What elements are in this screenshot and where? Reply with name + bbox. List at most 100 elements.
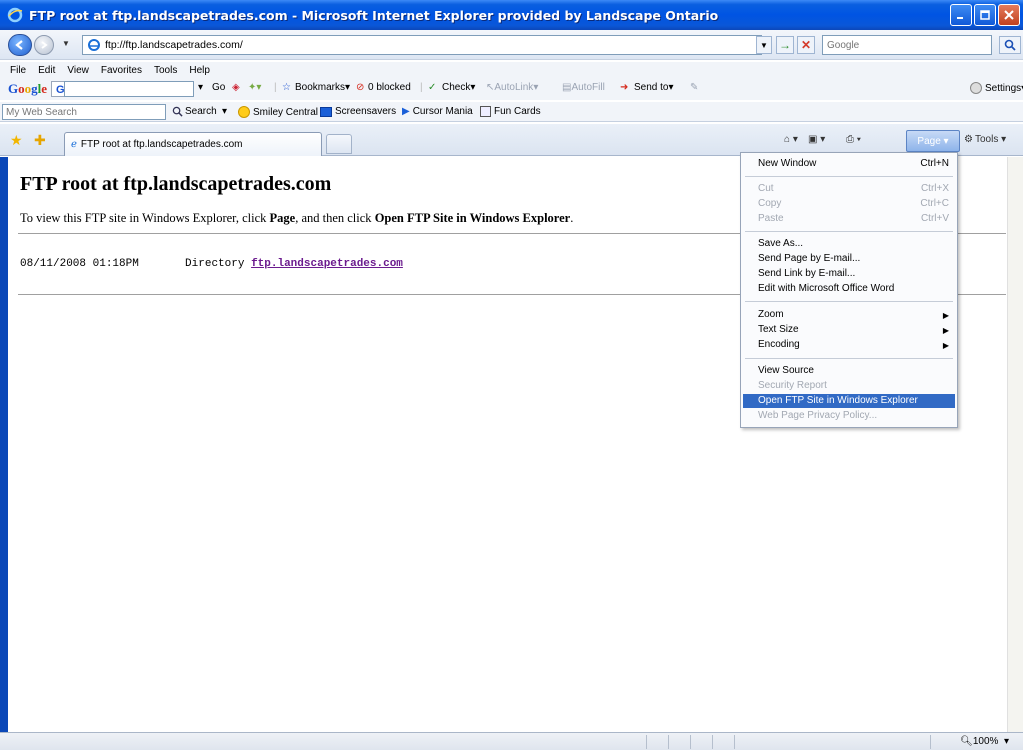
address-dropdown-button[interactable]: ▼ (756, 36, 772, 54)
google-news-icon[interactable]: ◈ (232, 82, 240, 93)
smiley-central-button[interactable]: Smiley Central (238, 106, 318, 118)
stop-button[interactable]: ✕ (797, 36, 815, 54)
status-divider (646, 735, 647, 749)
autofill-button[interactable]: ▤ AutoFill (562, 82, 605, 93)
maximize-button[interactable] (974, 4, 996, 26)
go-arrow-button[interactable]: → (776, 36, 794, 54)
google-search-dropdown-icon[interactable]: ▾ (198, 82, 203, 93)
menu-separator (745, 231, 953, 232)
address-box[interactable] (82, 35, 762, 55)
home-icon[interactable]: ⌂ ▾ (784, 134, 798, 145)
menu-send-link[interactable]: Send Link by E-mail... (758, 268, 855, 279)
autolink-button[interactable]: ↖ AutoLink ▾ (486, 82, 538, 93)
toolbar-divider: | (420, 82, 423, 93)
menu-text-size[interactable]: Text Size (758, 324, 799, 335)
google-logo[interactable]: Google (8, 81, 47, 97)
vertical-scrollbar[interactable] (1007, 157, 1023, 732)
status-divider (930, 735, 931, 749)
forward-button[interactable] (34, 35, 54, 55)
minimize-button[interactable] (950, 4, 972, 26)
title-bar[interactable]: FTP root at ftp.landscapetrades.com - Mi… (0, 0, 1023, 30)
address-bar-row: ▼ ▼ → ✕ (0, 30, 1023, 60)
submenu-arrow-icon: ▶ (942, 341, 949, 350)
status-bar: 🔍︎100% ▾ (0, 732, 1023, 750)
settings-button[interactable]: Settings▾ (970, 82, 1023, 94)
address-input[interactable] (105, 39, 725, 51)
submenu-arrow-icon: ▶ (942, 311, 949, 320)
bookmarks-button[interactable]: Bookmarks ▾ (295, 82, 350, 93)
send-to-button[interactable]: Send to ▾ (634, 82, 674, 93)
popup-blocked-count[interactable]: 0 blocked (368, 82, 411, 93)
feeds-icon[interactable]: ▣ ▾ (808, 134, 825, 145)
my-web-search-input[interactable]: My Web Search (2, 104, 166, 120)
shortcut-paste: Ctrl+V (920, 213, 949, 224)
shortcut-new-window: Ctrl+N (920, 158, 949, 169)
menu-cut: Cut (758, 183, 774, 194)
menu-open-ftp-explorer[interactable]: Open FTP Site in Windows Explorer (758, 395, 918, 406)
menu-privacy-policy: Web Page Privacy Policy... (758, 410, 878, 421)
tab-ie-icon: ℯ (71, 139, 77, 150)
status-divider (712, 735, 713, 749)
gear-icon: ⚙ (964, 134, 973, 145)
search-input[interactable] (827, 39, 987, 51)
search-icon[interactable] (999, 36, 1021, 54)
listing-type: Directory (185, 258, 245, 270)
cursor-mania-button[interactable]: ▶ Cursor Mania (402, 106, 473, 117)
menu-send-page[interactable]: Send Page by E-mail... (758, 253, 860, 264)
page-e-icon (87, 38, 101, 52)
google-extra-icon[interactable]: ✦▾ (248, 82, 261, 93)
menu-favorites[interactable]: Favorites (101, 65, 142, 76)
menu-view[interactable]: View (67, 65, 89, 76)
menu-save-as[interactable]: Save As... (758, 238, 803, 249)
print-icon[interactable]: ⎙ ▾ (846, 134, 861, 145)
instructions-text: To view this FTP site in Windows Explore… (20, 211, 574, 225)
screensavers-button[interactable]: Screensavers (320, 106, 396, 117)
shortcut-copy: Ctrl+C (920, 198, 949, 209)
menu-file[interactable]: File (10, 65, 26, 76)
menu-help[interactable]: Help (189, 65, 210, 76)
menu-separator (745, 358, 953, 359)
history-dropdown-icon[interactable]: ▼ (62, 39, 70, 48)
page-menu-button[interactable]: Page ▾ (906, 130, 960, 152)
fun-cards-button[interactable]: Fun Cards (480, 106, 541, 117)
google-search-input[interactable] (64, 81, 194, 97)
zoom-level[interactable]: 🔍︎100% ▾ (960, 736, 1009, 747)
back-button[interactable] (8, 34, 32, 56)
menu-view-source[interactable]: View Source (758, 365, 814, 376)
check-button[interactable]: Check ▾ (442, 82, 475, 93)
status-divider (668, 735, 669, 749)
window-title: FTP root at ftp.landscapetrades.com - Mi… (29, 7, 719, 23)
menu-edit-word[interactable]: Edit with Microsoft Office Word (758, 283, 894, 294)
page-dropdown-menu: New Window Ctrl+N Cut Ctrl+X Copy Ctrl+C… (740, 152, 958, 428)
google-toolbar: Google G▾ ▾ Go ◈ ✦▾ | ☆ Bookmarks▾ ⊘ 0 b… (0, 78, 1023, 100)
highlighter-icon[interactable]: ✎ (690, 82, 698, 93)
menu-new-window[interactable]: New Window (758, 158, 816, 169)
google-go-button[interactable]: Go (212, 82, 225, 93)
listing-date: 08/11/2008 01:18PM (20, 258, 139, 270)
menu-encoding[interactable]: Encoding (758, 339, 800, 350)
shortcut-cut: Ctrl+X (920, 183, 949, 194)
close-button[interactable] (998, 4, 1020, 26)
popup-blocker-icon: ⊘ (356, 82, 365, 93)
tab-ftp-root[interactable]: ℯ FTP root at ftp.landscapetrades.com (64, 132, 322, 156)
menu-edit[interactable]: Edit (38, 65, 55, 76)
menu-tools[interactable]: Tools (154, 65, 177, 76)
listing-link[interactable]: ftp.landscapetrades.com (251, 258, 403, 270)
mws-search-button[interactable]: Search (172, 106, 217, 117)
toolbar-divider: | (274, 82, 277, 93)
my-web-search-toolbar: My Web Search Search ▾ Smiley Central Sc… (0, 102, 1023, 122)
ie-logo-icon (6, 6, 24, 24)
new-tab-button[interactable] (326, 134, 352, 154)
spellcheck-icon: ✓ (428, 82, 437, 93)
add-favorites-icon[interactable]: ✚ (34, 132, 46, 149)
menu-separator (745, 176, 953, 177)
magnifier-icon: 🔍︎ (960, 736, 973, 747)
tools-menu-button[interactable]: ⚙ Tools ▾ (964, 134, 1006, 145)
menu-copy: Copy (758, 198, 782, 209)
mws-search-dropdown-icon[interactable]: ▾ (222, 106, 227, 117)
live-search-box[interactable] (822, 35, 992, 55)
menu-zoom[interactable]: Zoom (758, 309, 784, 320)
send-to-icon: ➜ (620, 82, 629, 93)
favorites-star-icon[interactable]: ★ (10, 132, 23, 149)
status-divider (690, 735, 691, 749)
